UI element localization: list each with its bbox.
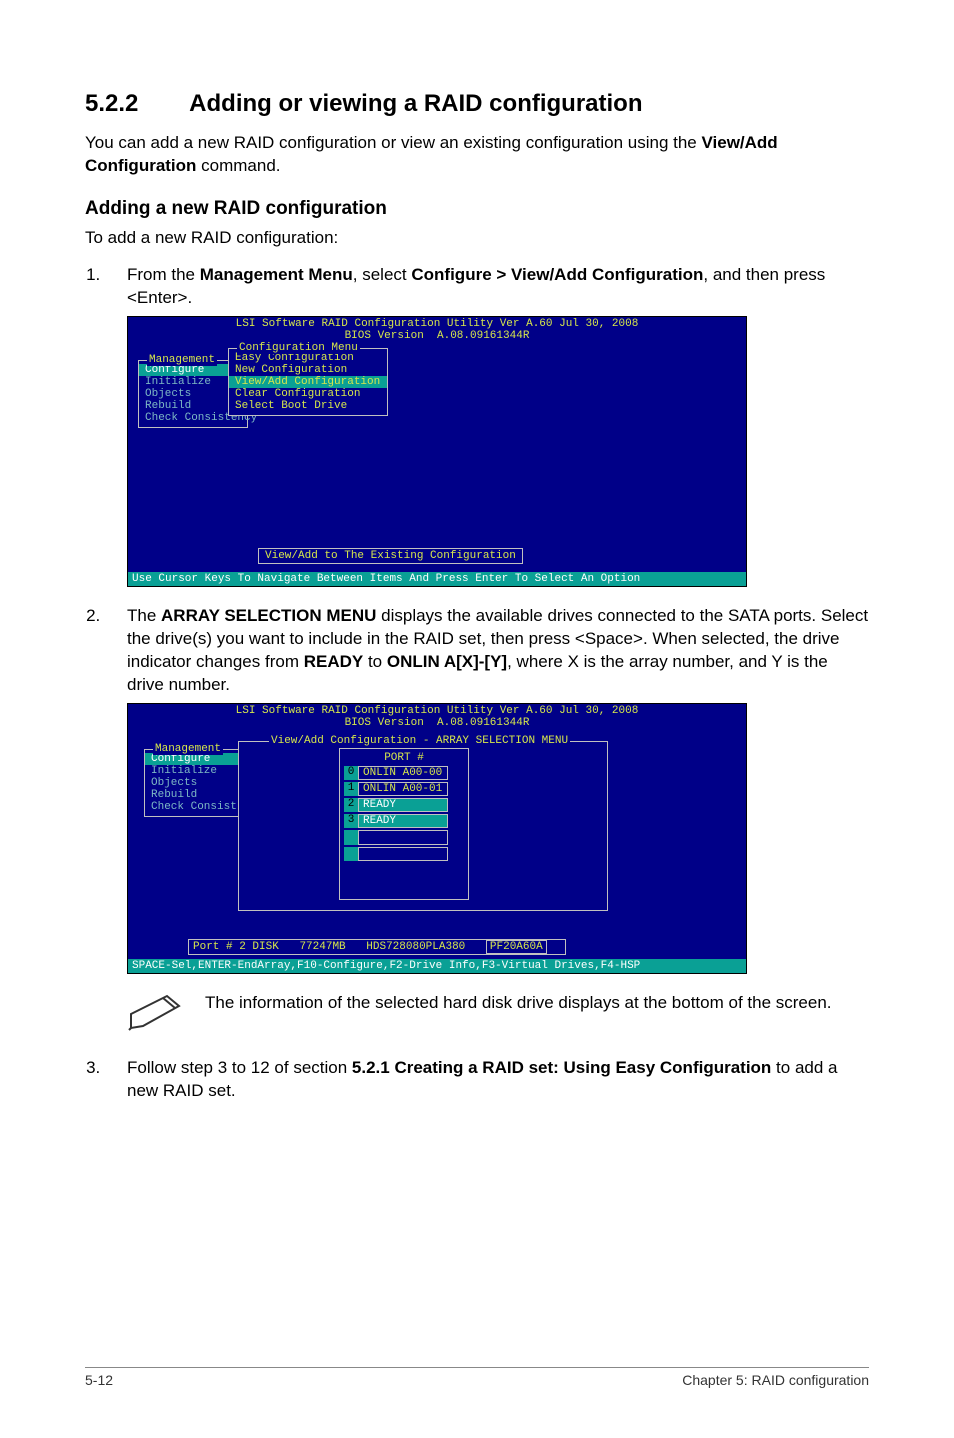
steps-list: From the Management Menu, select Configu…: [85, 264, 869, 1103]
bios2-titlebar: LSI Software RAID Configuration Utility …: [128, 704, 746, 729]
array-selection-title: View/Add Configuration - ARRAY SELECTION…: [269, 735, 570, 747]
pencil-note-icon: [127, 992, 185, 1039]
step-2: The ARRAY SELECTION MENU displays the av…: [105, 605, 869, 1039]
section-title-text: Adding or viewing a RAID configuration: [189, 90, 642, 117]
step2-b1: ARRAY SELECTION MENU: [161, 606, 376, 625]
chapter-label: Chapter 5: RAID configuration: [682, 1372, 869, 1388]
configuration-menu-panel: Configuration Menu Easy Configuration Ne…: [228, 348, 388, 416]
page-footer: 5-12 Chapter 5: RAID configuration: [85, 1367, 869, 1388]
disk-info-size: 77247MB: [299, 941, 345, 953]
bios2-footer: SPACE-Sel,ENTER-EndArray,F10-Configure,F…: [128, 959, 746, 973]
intro-tail: command.: [196, 156, 280, 175]
step1-mid: , select: [353, 265, 412, 284]
bios1-titlebar: LSI Software RAID Configuration Utility …: [128, 317, 746, 342]
step2-b3: ONLIN A[X]-[Y]: [387, 652, 507, 671]
intro-paragraph: You can add a new RAID configuration or …: [85, 132, 869, 178]
management-panel-2: Management Configure Initialize Objects …: [144, 749, 244, 817]
disk-info-fw: PF20A60A: [486, 940, 547, 954]
port-blank1-idx: [344, 830, 358, 844]
port-blank2-val: [358, 847, 448, 861]
subheading: Adding a new RAID configuration: [85, 198, 869, 220]
bios2-title2b: A.08.09161344R: [437, 717, 529, 729]
step2-b2: READY: [304, 652, 364, 671]
port-row-1[interactable]: 1 ONLIN A00-01: [344, 782, 464, 796]
cfg-item-new[interactable]: New Configuration: [229, 364, 387, 376]
management-panel-2-title: Management: [153, 743, 223, 755]
array-selection-panel: View/Add Configuration - ARRAY SELECTION…: [238, 741, 608, 911]
bios1-body: Management Configure Initialize Objects …: [128, 342, 746, 572]
port-2-val: READY: [358, 798, 448, 812]
lead-line: To add a new RAID configuration:: [85, 228, 869, 248]
step2-pre: The: [127, 606, 161, 625]
port-0-val: ONLIN A00-00: [358, 766, 448, 780]
step-1: From the Management Menu, select Configu…: [105, 264, 869, 587]
bios-screenshot-2: LSI Software RAID Configuration Utility …: [127, 703, 747, 974]
step-3: Follow step 3 to 12 of section 5.2.1 Cre…: [105, 1057, 869, 1103]
port-panel: PORT # 0 ONLIN A00-00 1 ONLIN A00-01 2: [339, 748, 469, 900]
bios1-title2b: A.08.09161344R: [437, 330, 529, 342]
note-row: The information of the selected hard dis…: [127, 992, 869, 1039]
port-row-blank1: [344, 830, 464, 844]
mgmt2-objects[interactable]: Objects: [145, 777, 243, 789]
bios-screenshot-1: LSI Software RAID Configuration Utility …: [127, 316, 747, 587]
cfg-item-clear[interactable]: Clear Configuration: [229, 388, 387, 400]
configuration-menu-title: Configuration Menu: [237, 342, 360, 354]
cfg-item-viewadd[interactable]: View/Add Configuration: [229, 376, 387, 388]
port-0-idx: 0: [344, 766, 358, 780]
port-row-blank2: [344, 847, 464, 861]
bios1-title-line1: LSI Software RAID Configuration Utility …: [128, 318, 746, 330]
port-row-0[interactable]: 0 ONLIN A00-00: [344, 766, 464, 780]
port-blank1-val: [358, 830, 448, 844]
intro-text: You can add a new RAID configuration or …: [85, 133, 701, 152]
mgmt2-rebuild[interactable]: Rebuild: [145, 789, 243, 801]
mgmt2-check[interactable]: Check Consist: [145, 801, 243, 813]
bios2-title-line2: BIOS Version A.08.09161344R: [128, 717, 746, 729]
bios2-body: Management Configure Initialize Objects …: [128, 729, 746, 959]
disk-info-label: Port # 2 DISK: [193, 941, 279, 953]
step2-mid2: to: [363, 652, 387, 671]
step1-b1: Management Menu: [200, 265, 353, 284]
bios1-status-box: View/Add to The Existing Configuration: [258, 548, 523, 564]
mgmt2-initialize[interactable]: Initialize: [145, 765, 243, 777]
port-row-2[interactable]: 2 READY: [344, 798, 464, 812]
note-text: The information of the selected hard dis…: [205, 992, 832, 1015]
port-2-idx: 2: [344, 798, 358, 812]
port-row-3[interactable]: 3 READY: [344, 814, 464, 828]
bios1-title-line2: BIOS Version A.08.09161344R: [128, 330, 746, 342]
port-header: PORT #: [344, 752, 464, 764]
port-3-val: READY: [358, 814, 448, 828]
step1-pre: From the: [127, 265, 200, 284]
port-1-val: ONLIN A00-01: [358, 782, 448, 796]
section-heading: 5.2.2 Adding or viewing a RAID configura…: [85, 90, 869, 118]
step3-b1: 5.2.1 Creating a RAID set: Using Easy Co…: [352, 1058, 771, 1077]
step3-pre: Follow step 3 to 12 of section: [127, 1058, 352, 1077]
port-3-idx: 3: [344, 814, 358, 828]
port-1-idx: 1: [344, 782, 358, 796]
page-number: 5-12: [85, 1372, 113, 1388]
port-blank2-idx: [344, 847, 358, 861]
section-number: 5.2.2: [85, 90, 138, 118]
bios1-footer: Use Cursor Keys To Navigate Between Item…: [128, 572, 746, 586]
disk-info-bar: Port # 2 DISK 77247MB HDS728080PLA380 PF…: [188, 939, 566, 955]
cfg-item-boot[interactable]: Select Boot Drive: [229, 400, 387, 412]
management-panel-title: Management: [147, 354, 217, 366]
step1-b2: Configure > View/Add Configuration: [411, 265, 703, 284]
bios2-title-line1: LSI Software RAID Configuration Utility …: [128, 705, 746, 717]
disk-info-model: HDS728080PLA380: [366, 941, 465, 953]
document-page: 5.2.2 Adding or viewing a RAID configura…: [0, 0, 954, 1438]
bios2-title2a: BIOS Version: [345, 717, 424, 729]
bios1-title2a: BIOS Version: [345, 330, 424, 342]
